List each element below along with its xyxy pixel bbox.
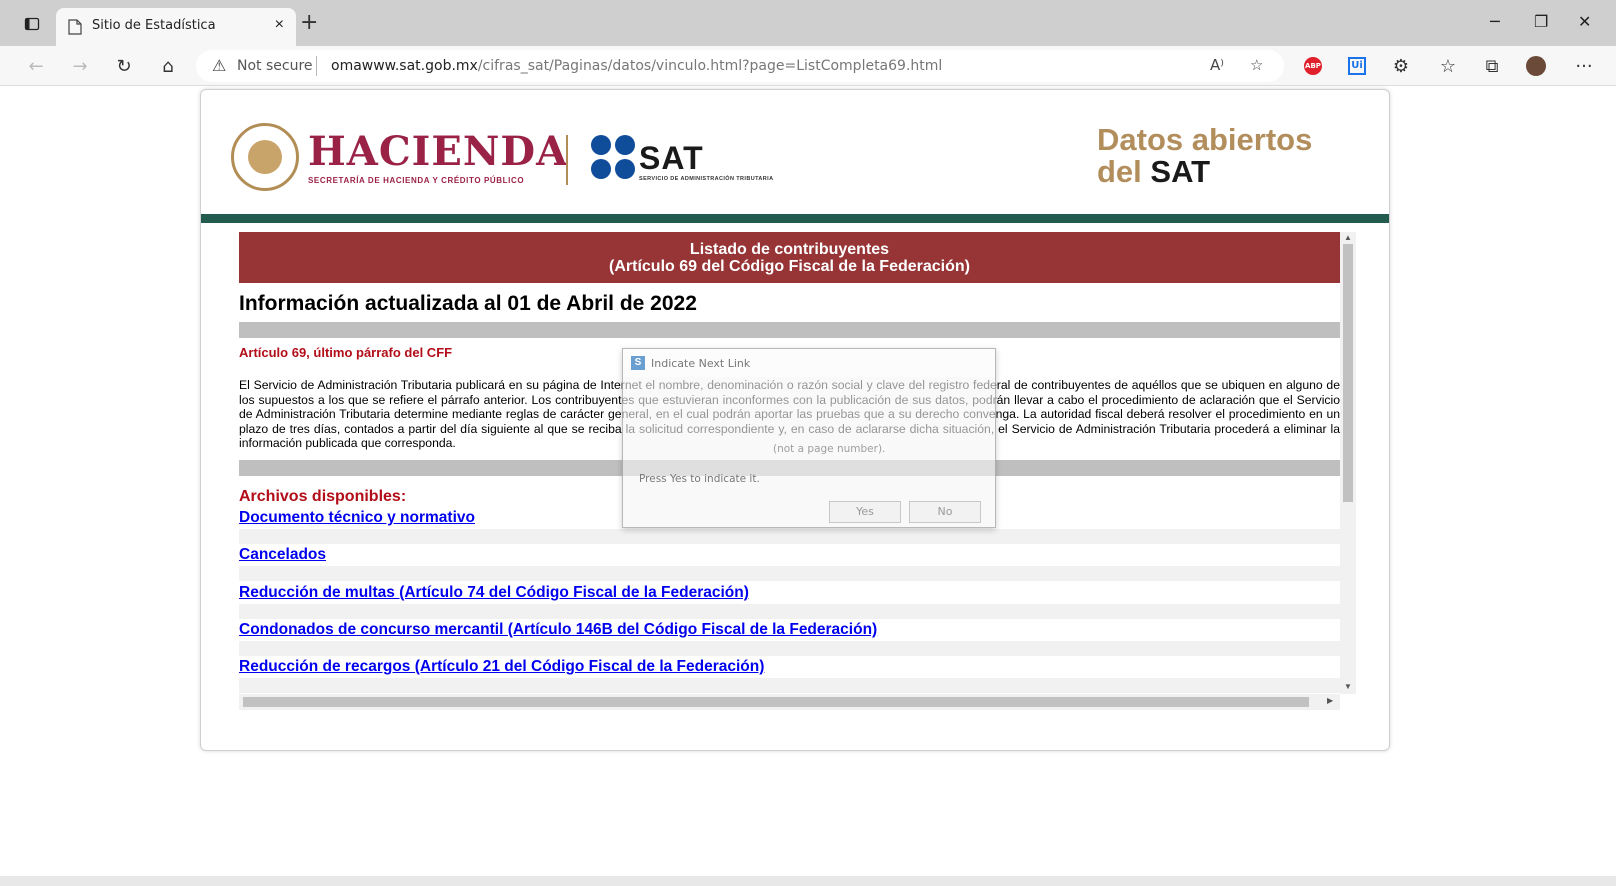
row-stripe <box>239 641 1340 656</box>
section-divider <box>239 322 1340 338</box>
home-icon[interactable]: ⌂ <box>156 54 180 78</box>
restore-icon[interactable]: ❐ <box>1534 12 1548 31</box>
add-favorite-icon[interactable]: ☆ <box>1250 56 1263 74</box>
address-separator <box>316 56 317 76</box>
adblock-icon[interactable]: ABP <box>1301 54 1325 78</box>
mexico-seal-logo <box>231 123 299 191</box>
list-item: Reducción de multas (Artículo 74 del Cód… <box>239 582 1340 604</box>
scroll-up-icon[interactable]: ▲ <box>1344 233 1352 242</box>
link-cancelados[interactable]: Cancelados <box>239 546 326 564</box>
logo-divider <box>566 135 568 185</box>
dialog-hint: (not a page number). <box>773 443 886 455</box>
vertical-scrollbar[interactable]: ▲ ▼ <box>1340 232 1356 694</box>
new-tab-button[interactable]: + <box>300 10 318 35</box>
yes-button[interactable]: Yes <box>829 501 901 523</box>
site-header: HACIENDA SECRETARÍA DE HACIENDA Y CRÉDIT… <box>201 90 1389 215</box>
scroll-thumb[interactable] <box>243 697 1309 707</box>
link-condonados[interactable]: Condonados de concurso mercantil (Artícu… <box>239 621 877 639</box>
list-item: Condonados de concurso mercantil (Artícu… <box>239 619 1340 641</box>
link-reduccion-recargos[interactable]: Reducción de recargos (Artículo 21 del C… <box>239 658 764 676</box>
hacienda-logo-text: HACIENDA <box>308 128 569 175</box>
address-bar[interactable]: ⚠ Not secure omawww.sat.gob.mx/cifras_sa… <box>196 50 1284 82</box>
collections-icon[interactable]: ⧉ <box>1480 54 1504 78</box>
tab-bar: Sitio de Estadística × + ─ ❐ ✕ <box>0 0 1616 46</box>
profile-avatar[interactable] <box>1524 54 1548 78</box>
row-stripe <box>239 566 1340 581</box>
banner-title: Listado de contribuyentes <box>689 241 890 258</box>
row-stripe <box>239 529 1340 544</box>
extensions-icon[interactable]: ⚙ <box>1389 54 1413 78</box>
browser-tab[interactable]: Sitio de Estadística × <box>56 8 296 46</box>
tab-title: Sitio de Estadística <box>92 18 216 33</box>
favorites-icon[interactable]: ☆ <box>1436 54 1460 78</box>
forward-icon[interactable]: → <box>68 54 92 78</box>
url-domain: omawww.sat.gob.mx <box>331 58 478 74</box>
scroll-right-icon[interactable]: ▶ <box>1327 696 1333 705</box>
warning-icon[interactable]: ⚠ <box>212 56 226 76</box>
sat-subtitle: SERVICIO DE ADMINISTRACIÓN TRIBUTARIA <box>639 176 774 182</box>
no-button[interactable]: No <box>909 501 981 523</box>
link-reduccion-multas[interactable]: Reducción de multas (Artículo 74 del Cód… <box>239 584 749 602</box>
refresh-icon[interactable]: ↻ <box>112 54 136 78</box>
taskbar <box>0 876 1616 886</box>
security-label[interactable]: Not secure <box>237 58 313 74</box>
dialog-instruction: Press Yes to indicate it. <box>639 473 760 485</box>
back-icon[interactable]: ← <box>24 54 48 78</box>
row-stripe <box>239 678 1340 693</box>
hacienda-subtitle: SECRETARÍA DE HACIENDA Y CRÉDITO PÚBLICO <box>308 176 525 185</box>
url-text[interactable]: omawww.sat.gob.mx/cifras_sat/Paginas/dat… <box>331 58 942 74</box>
tab-close-icon[interactable]: × <box>275 16 284 34</box>
article-title: Artículo 69, último párrafo del CFF <box>239 345 453 360</box>
tab-actions-icon[interactable] <box>20 12 44 36</box>
scroll-down-icon[interactable]: ▼ <box>1344 682 1352 691</box>
sat-logo-text: SAT <box>639 140 704 176</box>
list-banner: Listado de contribuyentes (Artículo 69 d… <box>239 232 1340 283</box>
datos-abiertos-title: Datos abiertos <box>1097 122 1313 157</box>
extension-ui-icon[interactable]: Ui <box>1345 54 1369 78</box>
link-documento-tecnico[interactable]: Documento técnico y normativo <box>239 509 475 527</box>
list-item: Cancelados <box>239 544 1340 566</box>
update-date-heading: Información actualizada al 01 de Abril d… <box>239 292 697 315</box>
nav-bar: ← → ↻ ⌂ ⚠ Not secure omawww.sat.gob.mx/c… <box>0 46 1616 86</box>
page-icon <box>68 19 82 35</box>
indicate-next-link-dialog: S Indicate Next Link (not a page number)… <box>622 348 996 528</box>
dialog-titlebar: S Indicate Next Link <box>623 349 995 377</box>
files-heading: Archivos disponibles: <box>239 488 407 505</box>
banner-subtitle: (Artículo 69 del Código Fiscal de la Fed… <box>609 258 970 275</box>
url-path: /cifras_sat/Paginas/datos/vinculo.html?p… <box>477 58 943 74</box>
minimize-icon[interactable]: ─ <box>1490 12 1500 31</box>
read-aloud-icon[interactable]: A⁾ <box>1210 56 1224 74</box>
more-menu-icon[interactable]: ··· <box>1572 54 1596 78</box>
datos-abiertos-subtitle: del SAT <box>1097 154 1211 189</box>
row-stripe <box>239 604 1340 619</box>
dialog-title: Indicate Next Link <box>651 357 751 370</box>
app-icon: S <box>631 356 645 370</box>
sat-logo-icon <box>591 135 637 181</box>
horizontal-scrollbar[interactable]: ◀ ▶ <box>239 694 1340 710</box>
scroll-thumb[interactable] <box>1343 244 1353 502</box>
close-window-icon[interactable]: ✕ <box>1578 12 1591 31</box>
list-item: Reducción de recargos (Artículo 21 del C… <box>239 656 1340 678</box>
header-green-bar <box>201 214 1389 223</box>
